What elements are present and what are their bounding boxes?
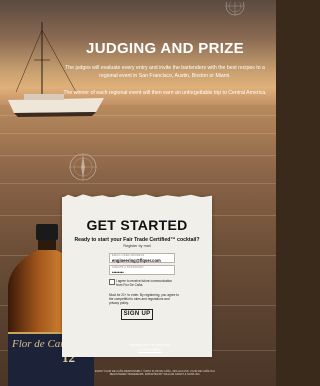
already-account-text: Already have an account? — [129, 343, 171, 347]
signup-card: GET STARTED Ready to start your Fair Tra… — [62, 194, 212, 357]
landing-page: JUDGING AND PRIZE The judges will evalua… — [0, 0, 276, 386]
wave-line — [0, 133, 276, 134]
footer-legal-text: ENJOY FLOR DE CAÑA RESPONSIBLY. ©2015 FL… — [95, 370, 215, 377]
signup-legal-text: Must be 21+ to enter. By registering, yo… — [109, 293, 179, 306]
sign-up-button[interactable]: SIGN UP — [121, 309, 153, 320]
consent-checkbox[interactable] — [109, 279, 115, 285]
compass-icon — [225, 2, 245, 16]
email-field-value: engineering@flqser.com — [112, 257, 161, 263]
signup-subtext: Register by mail — [123, 244, 151, 248]
login-link[interactable]: LOGIN HERE — [110, 348, 190, 352]
signup-question: Ready to start your Fair Trade Certified… — [74, 237, 200, 243]
hero-title: JUDGING AND PRIZE — [86, 40, 244, 57]
compass-icon — [69, 153, 97, 181]
wave-line — [0, 155, 276, 156]
signup-title: GET STARTED — [86, 217, 188, 233]
hero-paragraph-judging: The judges will evaluate every entry and… — [65, 65, 265, 79]
wave-line — [0, 183, 276, 184]
password-field[interactable]: CREATE A PASSWORD •••••••• — [109, 265, 175, 275]
email-field[interactable]: EMAIL/USER ADDRESS engineering@flqser.co… — [109, 253, 175, 263]
password-field-label: CREATE A PASSWORD — [112, 266, 144, 269]
hero-paragraph-prize: The winner of each regional event will t… — [63, 90, 267, 96]
email-field-label: EMAIL/USER ADDRESS — [112, 254, 145, 257]
consent-label: I agree to receive future communication … — [116, 279, 172, 288]
password-field-value: •••••••• — [112, 269, 124, 275]
